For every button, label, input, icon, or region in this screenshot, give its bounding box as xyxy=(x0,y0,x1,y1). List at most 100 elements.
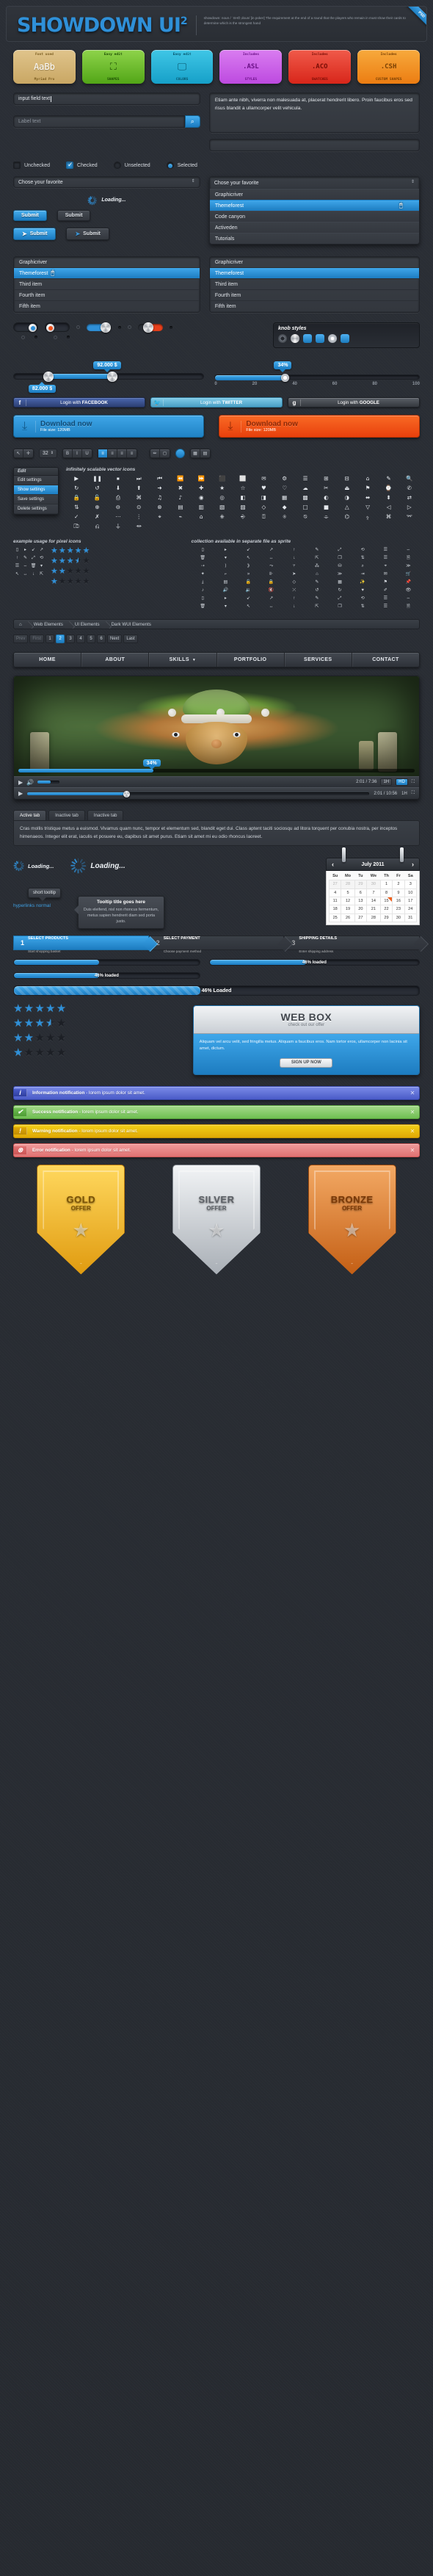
checkout-steps[interactable]: 1 SELECT PRODUCTS Start shopping basket 2 SE… xyxy=(13,936,421,953)
nav-item-skills[interactable]: SKILLS ▼ xyxy=(149,653,217,667)
pixel-icon-4[interactable]: ↑ xyxy=(283,547,305,554)
textarea[interactable]: Etiam ante nibh, viverra non malesuada a… xyxy=(208,93,420,133)
pixel-icon-71[interactable]: ▾ xyxy=(214,604,237,610)
pagination-page-1[interactable]: 1 xyxy=(46,634,55,643)
vector-icon-14[interactable]: ⌂ xyxy=(357,475,378,482)
align-center-icon[interactable]: ≡ xyxy=(108,449,117,457)
pixel-mini-icon-2[interactable]: ↙ xyxy=(29,547,37,554)
star-2[interactable]: ★ xyxy=(34,1018,44,1030)
vector-icon-27[interactable]: ♡ xyxy=(274,485,295,492)
pixel-icon-22[interactable]: ⟫ xyxy=(237,563,260,570)
pixel-icon-36[interactable]: ≫ xyxy=(328,571,351,578)
list-item[interactable]: Graphicriver xyxy=(209,257,419,268)
pixel-icon-56[interactable]: ↻ xyxy=(328,587,351,594)
vector-icon-50[interactable]: ⇄ xyxy=(399,494,420,502)
vector-icon-40[interactable]: ◉ xyxy=(191,494,211,502)
chevron-updown-icon[interactable]: ⇕ xyxy=(51,452,54,455)
vector-icon-25[interactable]: ☆ xyxy=(233,485,253,492)
star-4[interactable]: ★ xyxy=(83,578,90,586)
social-login-twitter[interactable]: 🐦 Login with TWITTER xyxy=(150,397,283,408)
pointer-icon[interactable]: ✛ xyxy=(23,449,33,457)
star-4[interactable]: ★ xyxy=(83,547,90,555)
pixel-icon-65[interactable]: ✎ xyxy=(305,596,328,602)
pagination-page-3[interactable]: 3 xyxy=(66,634,76,643)
calendar-day-16[interactable]: 16 xyxy=(392,896,405,906)
toggle-off-red[interactable] xyxy=(45,322,70,332)
vector-icon-72[interactable]: ⌖ xyxy=(149,513,170,521)
context-menu[interactable]: Edit Edit settings Show settings Save sett… xyxy=(13,467,59,515)
calendar-day-30[interactable]: 30 xyxy=(366,880,381,889)
star-4[interactable]: ★ xyxy=(83,557,90,565)
vector-icon-56[interactable]: ▤ xyxy=(170,504,191,511)
nav-item-contact[interactable]: CONTACT xyxy=(352,653,419,667)
vector-icon-83[interactable]: ⌘ xyxy=(378,513,399,521)
underline-icon[interactable]: U xyxy=(82,449,92,457)
bold-icon[interactable]: B xyxy=(63,449,73,457)
fullscreen-icon[interactable]: ⛶ xyxy=(412,791,415,796)
star-3[interactable]: ★ xyxy=(46,1018,55,1030)
calendar-day-1[interactable]: 1 xyxy=(379,880,393,889)
pixel-icon-79[interactable]: 🗎 xyxy=(397,604,420,610)
vector-icon-80[interactable]: ⌯ xyxy=(316,513,336,521)
volume-slider[interactable] xyxy=(37,781,60,784)
pixel-mini-icon-7[interactable]: ⟲ xyxy=(37,555,46,562)
vector-icon-45[interactable]: ▩ xyxy=(295,494,316,502)
color-swatch[interactable] xyxy=(175,449,185,458)
vector-icon-20[interactable]: ⬆ xyxy=(128,485,149,492)
rating-row-2[interactable]: ★ ★ ★ ★ ★ xyxy=(51,568,90,576)
star-4[interactable]: ★ xyxy=(83,568,90,576)
list-item[interactable]: Fifth item xyxy=(209,301,419,312)
star-2[interactable]: ★ xyxy=(67,578,74,586)
select-option-3[interactable]: Activeden xyxy=(209,222,419,233)
vector-icon-37[interactable]: ⌘ xyxy=(128,494,149,502)
pixel-icon-43[interactable]: 🔒 xyxy=(260,579,283,586)
context-menu-item-3[interactable]: Delete settings xyxy=(14,504,58,514)
pixel-icon-15[interactable]: ⇱ xyxy=(305,555,328,562)
pixel-icon-60[interactable]: ▯ xyxy=(192,596,214,602)
pixel-mini-icon-10[interactable]: 🗑 xyxy=(29,563,37,570)
star-3[interactable]: ★ xyxy=(75,568,82,576)
pixel-icon-78[interactable]: ☰ xyxy=(374,604,397,610)
pixel-icon-66[interactable]: ⤢ xyxy=(328,596,351,602)
offer-shield-silver[interactable]: SILVER OFFER ★ xyxy=(172,1164,261,1275)
list-item[interactable]: Third item xyxy=(209,279,419,290)
vector-icon-28[interactable]: ☁ xyxy=(295,485,316,492)
vector-icon-65[interactable]: ▽ xyxy=(357,504,378,511)
knob-metal[interactable] xyxy=(291,334,299,343)
vector-icon-33[interactable]: ✆ xyxy=(399,485,420,492)
brush-icon[interactable]: ✏ xyxy=(150,449,160,457)
pixel-icon-69[interactable]: ⇔ xyxy=(397,596,420,602)
pixel-icon-20[interactable]: ⇢ xyxy=(192,563,214,570)
pagination-prev[interactable]: Prev xyxy=(13,634,29,643)
select-option-1[interactable]: Themeforest 🖰 xyxy=(209,200,419,211)
pixel-icon-6[interactable]: ⤢ xyxy=(328,547,351,554)
pixel-mini-icon-0[interactable]: ▯ xyxy=(13,547,21,554)
calendar-day-29[interactable]: 29 xyxy=(379,913,393,923)
percent-slider[interactable] xyxy=(214,374,420,382)
select-option-0[interactable]: Graphicriver xyxy=(209,189,419,200)
breadcrumb-item-2[interactable]: Dark WUI Elements xyxy=(106,622,158,627)
calendar-day-17[interactable]: 17 xyxy=(404,896,418,906)
vector-icon-35[interactable]: 🔓 xyxy=(87,494,107,502)
breadcrumb-item-1[interactable]: UI Elements xyxy=(70,622,106,627)
pixel-icon-34[interactable]: ➤ xyxy=(283,571,305,578)
pixel-icon-68[interactable]: ☰ xyxy=(374,596,397,602)
vector-icon-39[interactable]: ♪ xyxy=(170,494,191,502)
checkout-step-3[interactable]: 3 SHIPPING DETAILS Enter shipping address xyxy=(284,936,421,953)
star-3[interactable]: ★ xyxy=(75,578,82,586)
star-3[interactable]: ★ xyxy=(46,1003,55,1015)
breadcrumb-home[interactable]: ⌂ xyxy=(14,622,29,627)
select-option-2[interactable]: Code canyon xyxy=(209,211,419,222)
range-knob-high[interactable] xyxy=(107,372,118,382)
pixel-icon-7[interactable]: ⟲ xyxy=(352,547,374,554)
pixel-icon-8[interactable]: ☰ xyxy=(374,547,397,554)
vector-icon-62[interactable]: □ xyxy=(295,504,316,511)
close-icon[interactable]: ✕ xyxy=(406,1109,419,1115)
calendar-day-29[interactable]: 29 xyxy=(354,880,368,889)
vector-icon-18[interactable]: ↺ xyxy=(87,485,107,492)
calendar-day-7[interactable]: 7 xyxy=(366,888,381,897)
vector-icon-42[interactable]: ◧ xyxy=(233,494,253,502)
main-navbar[interactable]: HOME ABOUT SKILLS ▼ PORTFOLIO SERVICES CONTACT xyxy=(13,652,420,667)
rating-row-3[interactable]: ★ ★ ★ ★ ★ xyxy=(51,578,90,586)
calendar-body[interactable]: 27 28 29 30 1 2 3 4 5 6 7 8 9 10 11 12 13 14 15 16 17 18 19 20 2… xyxy=(328,880,418,923)
